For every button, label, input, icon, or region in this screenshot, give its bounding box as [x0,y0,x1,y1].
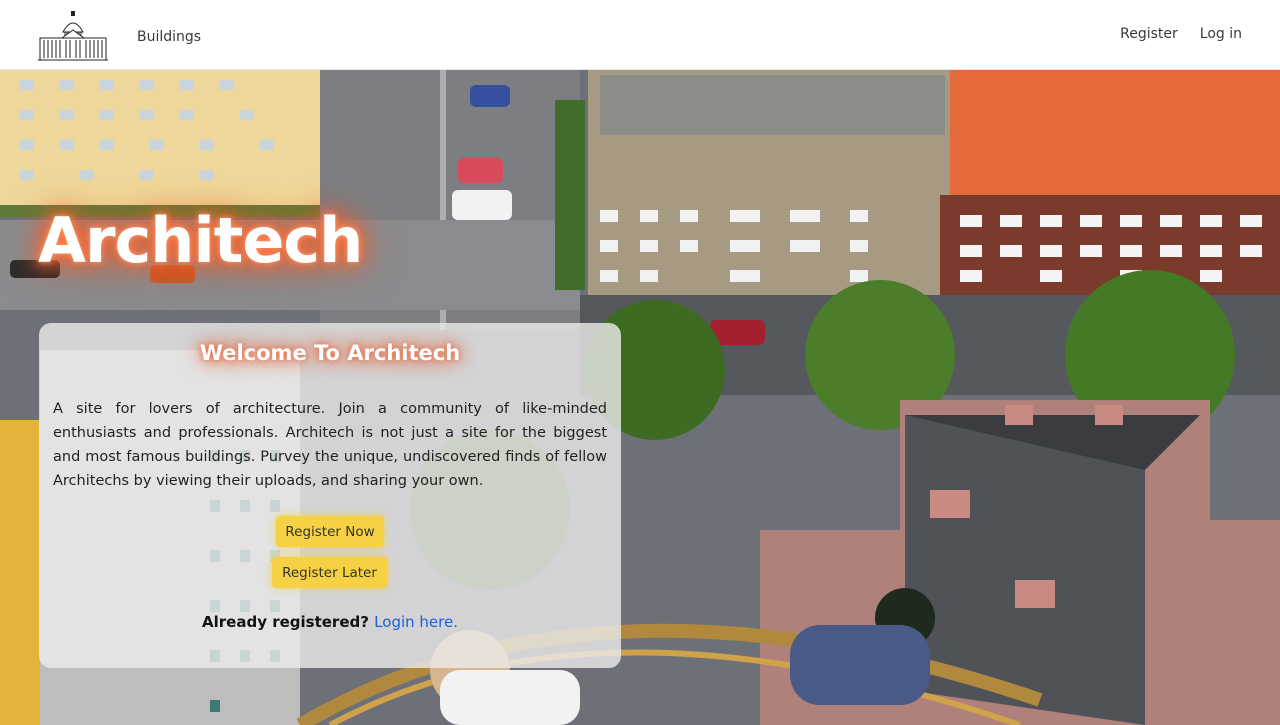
welcome-card: Welcome To Architech A site for lovers o… [39,323,621,668]
login-here-link[interactable]: Login here. [374,613,458,631]
welcome-title: Welcome To Architech [199,341,461,365]
login-prompt-line: Already registered? Login here. [39,613,621,631]
brand-title: Architech [38,204,363,277]
nav-login-link[interactable]: Log in [1200,26,1242,42]
navbar: Buildings Register Log in [0,0,1280,70]
capitol-logo-icon[interactable] [36,8,110,64]
welcome-text: A site for lovers of architecture. Join … [53,401,607,489]
register-now-button[interactable]: Register Now [276,516,384,547]
hero-section: Architech Welcome To Architech A site fo… [0,70,1280,725]
nav-buildings-link[interactable]: Buildings [137,29,201,45]
login-prompt-text: Already registered? [202,613,369,631]
nav-register-link[interactable]: Register [1120,26,1178,42]
register-later-button[interactable]: Register Later [272,557,387,588]
